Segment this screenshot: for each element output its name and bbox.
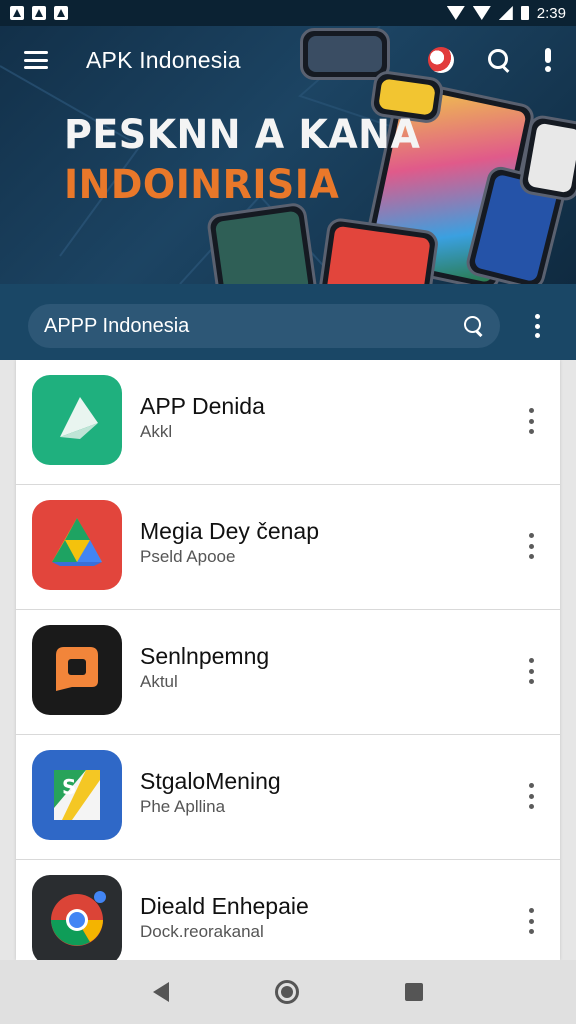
- app-subtitle: Phe Apllina: [140, 797, 226, 816]
- drive-triangle-icon: [32, 500, 122, 590]
- chrome-icon: [32, 875, 122, 960]
- orange-a-icon: [32, 625, 122, 715]
- recents-icon[interactable]: [405, 983, 423, 1001]
- search-bar-band: APPP Indonesia: [0, 284, 576, 360]
- menu-icon[interactable]: [24, 51, 48, 69]
- status-system-icons: 2:39: [446, 4, 566, 22]
- banner-title: PESKNN A KANA: [64, 112, 421, 158]
- list-item[interactable]: APP Denida Akkl: [16, 360, 560, 485]
- app-title: APK Indonesia: [86, 46, 241, 73]
- search-icon[interactable]: [464, 316, 484, 336]
- map-s-icon: S: [32, 750, 122, 840]
- list-item[interactable]: Megia Dey čenap Pseld Apooe: [16, 485, 560, 610]
- list-item[interactable]: Senlnpemng Aktul: [16, 610, 560, 735]
- app-name: StgaloMening: [140, 768, 281, 794]
- app-subtitle: Pseld Apooe: [140, 547, 236, 566]
- search-input[interactable]: APPP Indonesia: [28, 304, 500, 348]
- home-icon[interactable]: [275, 980, 299, 1004]
- item-more-icon[interactable]: [528, 908, 534, 934]
- alert-icon[interactable]: [544, 48, 552, 72]
- app-name: Senlnpemng: [140, 643, 270, 669]
- list-item[interactable]: S StgaloMening Phe Apllina: [16, 735, 560, 860]
- app-subtitle: Dock.reorakanal: [140, 922, 264, 941]
- app-toolbar: APK Indonesia: [0, 26, 576, 94]
- app-name: Dieald Enhepaie: [140, 893, 309, 919]
- notification-icon: [10, 6, 24, 20]
- banner-phone-image: [205, 201, 319, 284]
- battery-icon: [520, 6, 529, 20]
- signal-icon: [498, 6, 513, 20]
- app-name: Megia Dey čenap: [140, 518, 319, 544]
- app-list: APP Denida Akkl Megia Dey čenap Pseld Ap…: [16, 360, 560, 960]
- system-nav-bar: [0, 960, 576, 1024]
- notification-icon: [32, 6, 46, 20]
- search-icon[interactable]: [488, 49, 510, 71]
- app-subtitle: Akkl: [140, 422, 173, 441]
- status-bar: 2:39: [0, 0, 576, 26]
- svg-text:S: S: [62, 775, 76, 799]
- item-more-icon[interactable]: [528, 658, 534, 684]
- more-options-icon[interactable]: [534, 314, 540, 338]
- app-subtitle: Aktul: [140, 672, 178, 691]
- status-time: 2:39: [536, 4, 566, 22]
- notification-icon: [54, 6, 68, 20]
- item-more-icon[interactable]: [528, 783, 534, 809]
- promo-icon[interactable]: [428, 47, 454, 73]
- wifi-icon: [446, 6, 465, 20]
- status-notification-icons: [10, 6, 68, 20]
- item-more-icon[interactable]: [528, 408, 534, 434]
- app-name: APP Denida: [140, 393, 265, 419]
- paper-fold-icon: [32, 375, 122, 465]
- header-banner: APK Indonesia PESKNN A KANA INDOINRISIA: [0, 26, 576, 284]
- list-item[interactable]: Dieald Enhepaie Dock.reorakanal: [16, 860, 560, 960]
- banner-subtitle: INDOINRISIA: [64, 162, 340, 208]
- wifi-icon: [472, 6, 491, 20]
- search-input-value: APPP Indonesia: [44, 314, 190, 337]
- item-more-icon[interactable]: [528, 533, 534, 559]
- back-icon[interactable]: [153, 982, 169, 1002]
